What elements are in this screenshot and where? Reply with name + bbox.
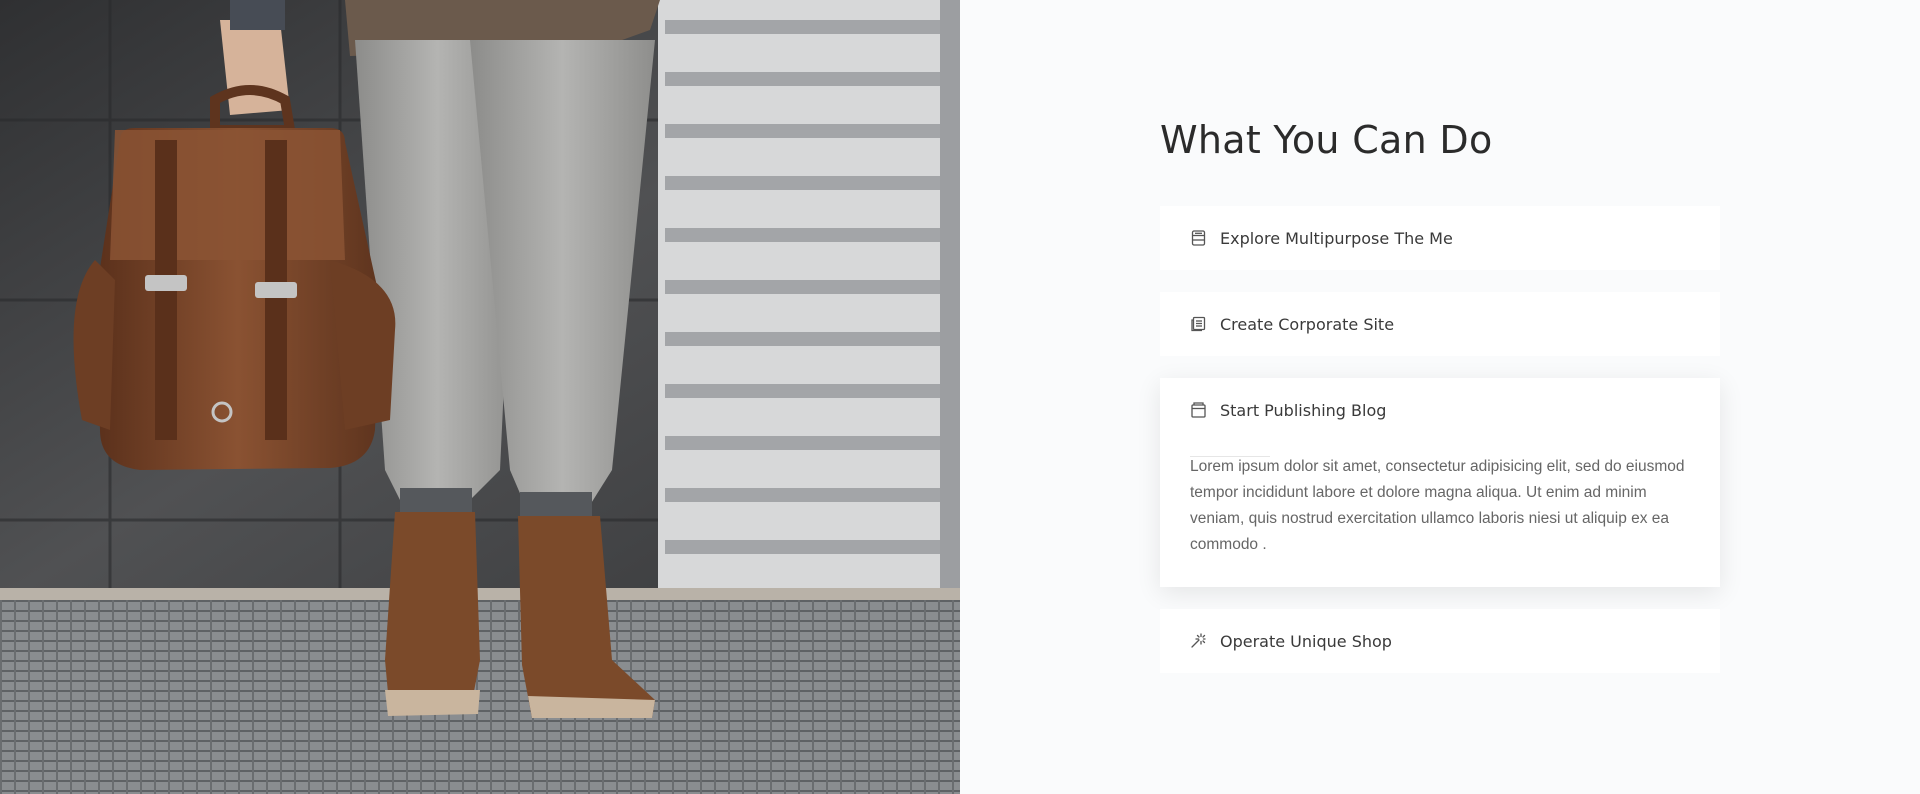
accordion-title: Explore Multipurpose The Me — [1220, 228, 1453, 248]
document-list-icon — [1190, 316, 1206, 332]
drawer-icon — [1190, 230, 1206, 246]
hero-photo-illustration — [0, 0, 960, 794]
accordion-title: Start Publishing Blog — [1220, 400, 1387, 420]
accordion-body-text: Lorem ipsum dolor sit amet, consectetur … — [1190, 458, 1685, 553]
hero-photo — [0, 0, 960, 794]
sparkle-icon — [1190, 633, 1206, 649]
accordion-header[interactable]: Start Publishing Blog — [1160, 378, 1720, 442]
accordion-header[interactable]: Explore Multipurpose The Me — [1160, 206, 1720, 270]
accordion-item-blog[interactable]: Start Publishing Blog Lorem ipsum dolor … — [1160, 378, 1720, 587]
accordion-item-explore[interactable]: Explore Multipurpose The Me — [1160, 206, 1720, 270]
accordion-item-corporate[interactable]: Create Corporate Site — [1160, 292, 1720, 356]
page: What You Can Do Explore Multipurpose The… — [0, 0, 1920, 794]
accordion-item-shop[interactable]: Operate Unique Shop — [1160, 609, 1720, 673]
accordion-title: Create Corporate Site — [1220, 314, 1395, 334]
accordion-title: Operate Unique Shop — [1220, 631, 1392, 651]
accordion-header[interactable]: Operate Unique Shop — [1160, 609, 1720, 673]
section-heading: What You Can Do — [1160, 118, 1493, 162]
accordion-header[interactable]: Create Corporate Site — [1160, 292, 1720, 356]
browser-window-icon — [1190, 402, 1206, 418]
